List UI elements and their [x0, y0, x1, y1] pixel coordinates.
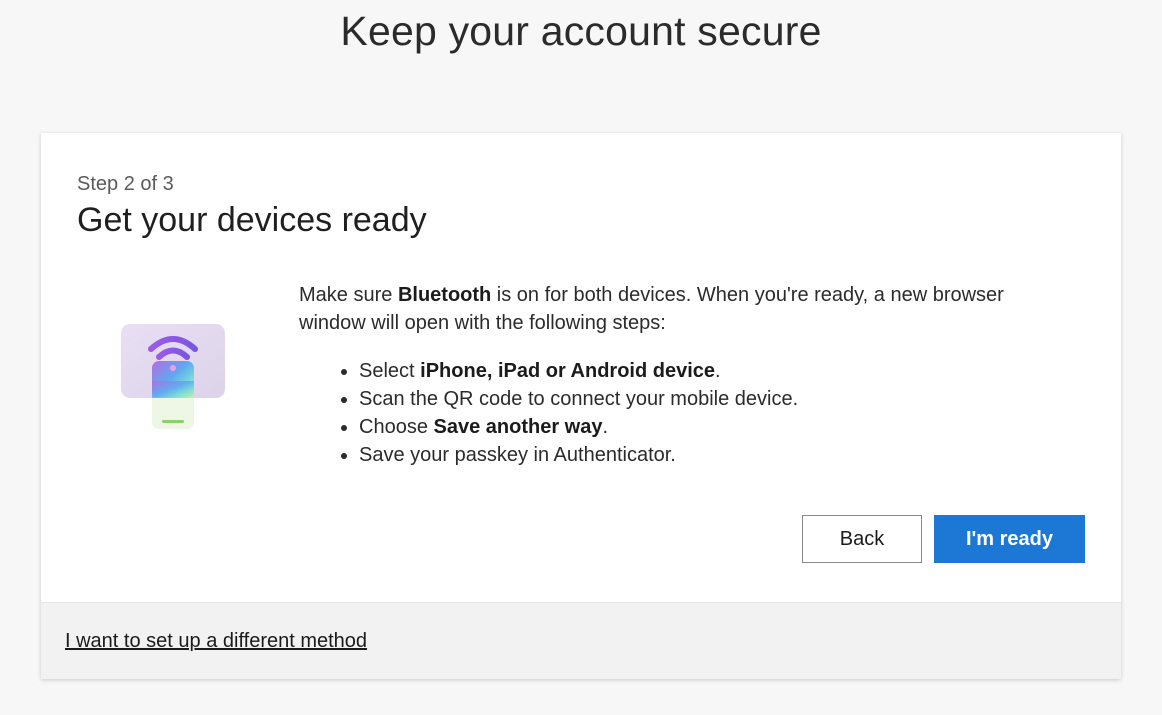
list-item: Select iPhone, iPad or Android device.	[359, 357, 1069, 385]
intro-text: Make sure Bluetooth is on for both devic…	[299, 281, 1069, 337]
step-text: Select	[359, 360, 421, 382]
list-item: Scan the QR code to connect your mobile …	[359, 385, 1069, 413]
step-suffix: .	[602, 416, 609, 438]
list-item: Save your passkey in Authenticator.	[359, 441, 1069, 469]
phone-bluetooth-icon	[119, 321, 229, 431]
card-body: Step 2 of 3 Get your devices ready Make …	[41, 133, 1121, 602]
step-text: Choose	[359, 416, 434, 438]
setup-card: Step 2 of 3 Get your devices ready Make …	[41, 133, 1121, 679]
list-item: Choose Save another way.	[359, 413, 1069, 441]
step-indicator: Step 2 of 3	[77, 173, 174, 195]
instructions: Make sure Bluetooth is on for both devic…	[299, 281, 1069, 469]
step-bold: Save another way	[433, 416, 603, 438]
intro-prefix: Make sure	[299, 284, 398, 306]
step-text: Save your passkey in Authenticator.	[359, 444, 676, 466]
step-bold: iPhone, iPad or Android device	[420, 360, 716, 382]
ready-button[interactable]: I'm ready	[934, 515, 1085, 563]
intro-bluetooth: Bluetooth	[397, 284, 492, 306]
step-suffix: .	[715, 360, 721, 382]
different-method-link[interactable]: I want to set up a different method	[65, 630, 367, 653]
step-text: Scan the QR code to connect your mobile …	[359, 388, 799, 410]
step-title: Get your devices ready	[77, 201, 427, 239]
steps-list: Select iPhone, iPad or Android device. S…	[299, 357, 1069, 469]
back-button[interactable]: Back	[802, 515, 922, 563]
card-footer: I want to set up a different method	[41, 602, 1121, 679]
page-title: Keep your account secure	[340, 8, 822, 54]
